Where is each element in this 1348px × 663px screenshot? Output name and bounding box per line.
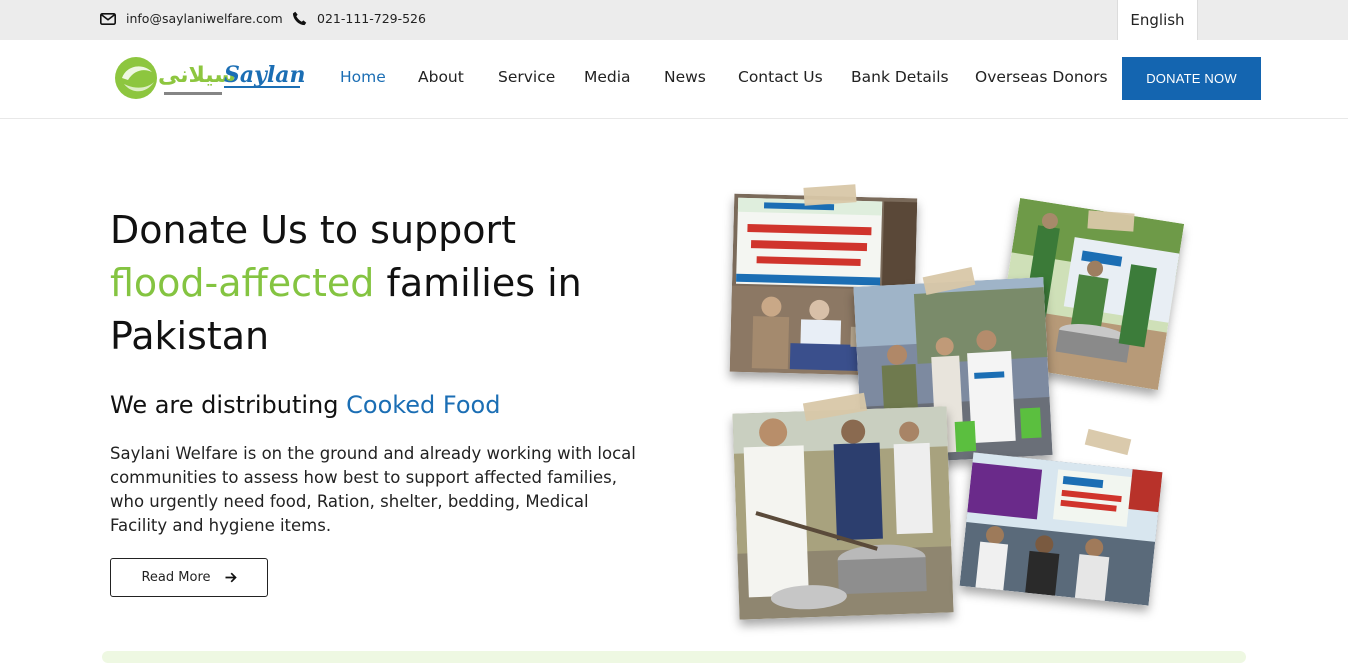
svg-text:Saylani: Saylani <box>224 62 304 88</box>
nav-news[interactable]: News <box>664 68 706 86</box>
hero-description: Saylani Welfare is on the ground and alr… <box>110 444 636 535</box>
hero-title-part1: Donate Us to support <box>110 208 517 252</box>
nav-bank-details[interactable]: Bank Details <box>851 68 949 86</box>
nav-contact-us[interactable]: Contact Us <box>738 68 823 86</box>
nav-service[interactable]: Service <box>498 68 555 86</box>
phone-text[interactable]: 021-111-729-526 <box>317 11 426 26</box>
hero-title-highlight: flood-affected <box>110 261 375 305</box>
subtitle-prefix: We are distributing <box>110 391 339 419</box>
arrow-right-icon <box>225 572 237 583</box>
nav-about[interactable]: About <box>418 68 464 86</box>
read-more-button[interactable]: Read More <box>110 558 268 597</box>
hero-subtitle: We are distributing Cooked Food <box>110 391 500 419</box>
nav-home[interactable]: Home <box>340 68 386 86</box>
next-section-edge <box>102 651 1246 663</box>
hero-title-part3: Pakistan <box>110 314 270 358</box>
saylani-logo[interactable]: سیلانی Saylani <box>114 54 314 104</box>
nav-overseas-donors[interactable]: Overseas Donors <box>975 68 1108 86</box>
subtitle-highlight: Cooked Food <box>346 391 501 419</box>
read-more-label: Read More <box>141 570 211 585</box>
phone-icon <box>292 11 307 26</box>
nav-media[interactable]: Media <box>584 68 631 86</box>
hero-title: Donate Us to support flood-affected fami… <box>110 204 670 363</box>
collage-photo-cooked-food <box>732 406 954 620</box>
main-header: سیلانی Saylani Home About Service Media … <box>0 40 1348 119</box>
donate-now-button[interactable]: DONATE NOW <box>1122 57 1261 100</box>
phone-contact[interactable]: 021-111-729-526 <box>292 11 426 26</box>
email-contact[interactable]: info@saylaniwelfare.com <box>100 11 283 26</box>
language-selector[interactable]: English <box>1117 0 1198 40</box>
hero-title-part2: families in <box>386 261 582 305</box>
email-text[interactable]: info@saylaniwelfare.com <box>126 11 283 26</box>
envelope-icon <box>100 12 116 25</box>
top-bar: info@saylaniwelfare.com 021-111-729-526 … <box>0 0 1348 40</box>
collage-photo-relief-camp <box>959 452 1163 606</box>
